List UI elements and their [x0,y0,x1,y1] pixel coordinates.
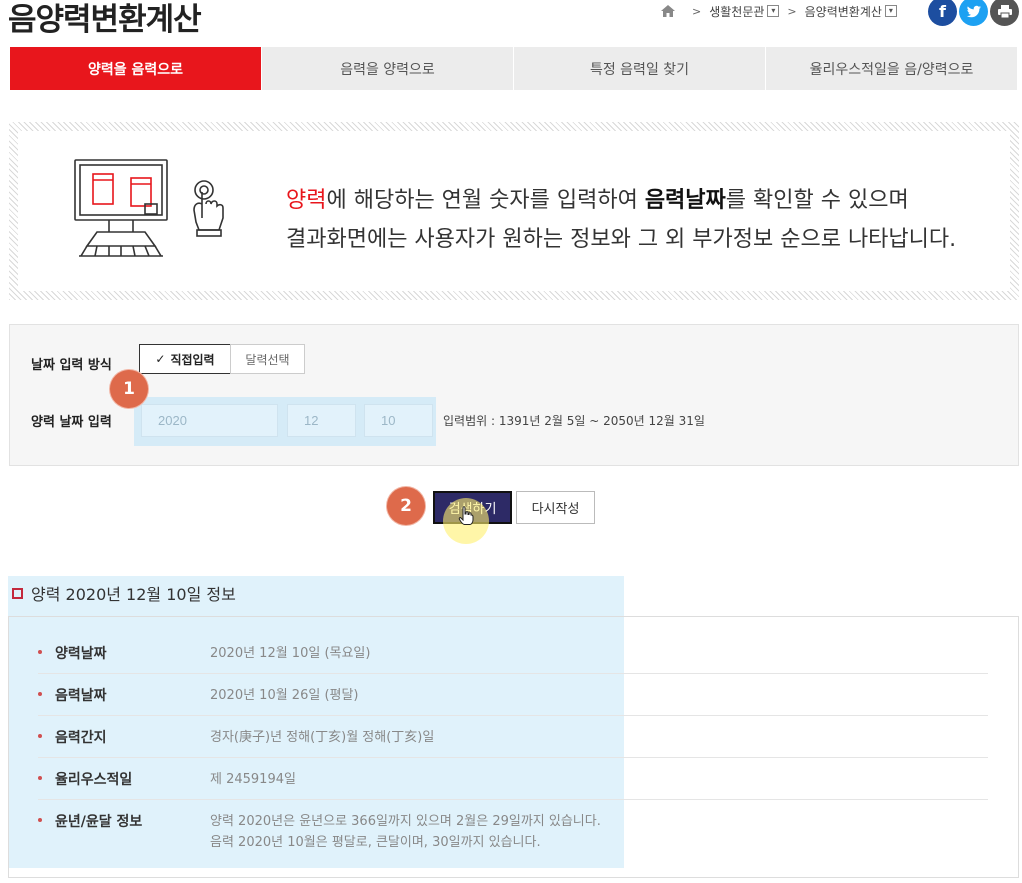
chevron-right-icon: > [692,4,702,18]
breadcrumb: > 생활천문관 ▾ > 음양력변환계산 ▾ [660,0,897,22]
intro-line1-b: 를 확인할 수 있으며 [725,188,909,213]
month-input[interactable]: 12 [287,404,356,437]
bullet-icon [38,692,42,696]
result-key: 양력날짜 [55,646,107,662]
bullet-icon [38,776,42,780]
bullet-icon [38,650,42,654]
chevron-down-icon: ▾ [767,5,780,17]
tab-julian-day[interactable]: 율리우스적일을 음/양력으로 [766,47,1018,90]
result-key: 음력날짜 [55,688,107,704]
computer-touch-icon [73,158,243,272]
bullet-icon [38,818,42,822]
result-title: 양력 2020년 12월 10일 정보 [12,581,236,605]
tab-bar: 양력을 음력으로 음력을 양력으로 특정 음력일 찾기 율리우스적일을 음/양력… [10,47,1018,90]
intro-panel: 양력에 해당하는 연월 숫자를 입력하여 음력날짜를 확인할 수 있으며 결과화… [9,122,1019,300]
chevron-down-icon: ▾ [884,5,897,17]
input-range-text: 입력범위 : 1391년 2월 5일 ~ 2050년 12월 31일 [443,414,705,428]
chevron-right-icon: > [787,4,797,18]
step-marker-2: 2 [387,487,425,525]
result-key: 음력간지 [55,730,107,746]
step-marker-1: 1 [110,370,148,408]
result-value: 제 2459194일 [210,772,296,787]
mode-label: 날짜 입력 방식 [31,358,112,373]
breadcrumb-level1-label: 생활천문관 [709,4,765,19]
result-row-ganji: 음력간지 경자(庚子)년 정해(丁亥)월 정해(丁亥)일 [38,727,988,758]
year-input[interactable]: 2020 [141,404,278,437]
intro-line1-bold: 음력날짜 [644,188,726,213]
date-label: 양력 날짜 입력 [31,415,112,430]
page-title: 음양력변환계산 [8,2,202,38]
result-title-text: 양력 2020년 12월 10일 정보 [31,585,236,604]
reset-button[interactable]: 다시작성 [516,491,595,524]
intro-line2: 결과화면에는 사용자가 원하는 정보와 그 외 부가정보 순으로 나타납니다. [286,227,957,252]
result-value: 경자(庚子)년 정해(丁亥)월 정해(丁亥)일 [210,730,435,745]
direct-input-label: 직접입력 [170,352,215,367]
result-value: 2020년 12월 10일 (목요일) [210,646,371,661]
square-bullet-icon [12,587,23,599]
home-icon[interactable] [660,4,676,18]
intro-line1-a: 에 해당하는 연월 숫자를 입력하여 [326,188,645,213]
social-share: f [928,0,1019,26]
tab-find-lunar-day[interactable]: 특정 음력일 찾기 [514,47,766,90]
result-value: 양력 2020년은 윤년으로 366일까지 있으며 2월은 29일까지 있습니다… [210,811,601,853]
tab-solar-to-lunar[interactable]: 양력을 음력으로 [10,47,262,90]
direct-input-button[interactable]: ✓ 직접입력 [139,344,231,374]
tab-lunar-to-solar[interactable]: 음력을 양력으로 [262,47,514,90]
print-icon[interactable] [990,0,1019,26]
result-row-solar: 양력날짜 2020년 12월 10일 (목요일) [38,643,988,674]
result-row-julian: 율리우스적일 제 2459194일 [38,769,988,800]
breadcrumb-level2-label: 음양력변환계산 [804,4,882,19]
calendar-select-button[interactable]: 달력선택 [230,344,305,374]
hand-cursor-icon [458,506,474,530]
result-row-leap: 윤년/윤달 정보 양력 2020년은 윤년으로 366일까지 있으며 2월은 2… [38,811,988,857]
breadcrumb-level2[interactable]: 음양력변환계산 ▾ [805,3,897,20]
result-value: 2020년 10월 26일 (평달) [210,688,359,703]
intro-text: 양력에 해당하는 연월 숫자를 입력하여 음력날짜를 확인할 수 있으며 결과화… [286,181,956,259]
twitter-icon[interactable] [959,0,988,26]
intro-red-word: 양력 [286,188,327,213]
result-row-lunar: 음력날짜 2020년 10월 26일 (평달) [38,685,988,716]
breadcrumb-level1[interactable]: 생활천문관 ▾ [709,3,780,20]
result-value-line2: 음력 2020년 10월은 평달로, 큰달이며, 30일까지 있습니다. [210,835,541,850]
facebook-icon[interactable]: f [928,0,957,26]
bullet-icon [38,734,42,738]
check-icon: ✓ [155,352,166,366]
day-input[interactable]: 10 [364,404,433,437]
result-key: 율리우스적일 [55,772,133,788]
intro-line1: 양력에 해당하는 연월 숫자를 입력하여 음력날짜를 확인할 수 있으며 [286,181,956,220]
result-value-line1: 양력 2020년은 윤년으로 366일까지 있으며 2월은 29일까지 있습니다… [210,814,601,829]
result-key: 윤년/윤달 정보 [55,814,143,830]
